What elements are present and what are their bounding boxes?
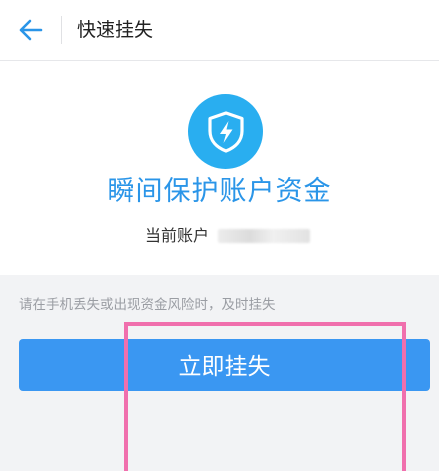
shield-lightning-icon [207, 110, 244, 153]
current-account-value-blurred [218, 229, 310, 243]
report-loss-hint: 请在手机丢失或出现资金风险时，及时挂失 [19, 297, 276, 313]
current-account-label: 当前账户 [145, 226, 210, 245]
back-button[interactable] [14, 14, 48, 46]
protection-headline: 瞬间保护账户资金 [107, 176, 332, 207]
header-divider [61, 16, 62, 44]
header-bar: 快速挂失 [0, 0, 439, 61]
current-account-row: 当前账户 [0, 224, 439, 248]
protection-card: 瞬间保护账户资金 当前账户 [0, 61, 439, 275]
shield-badge [188, 94, 263, 169]
report-loss-now-button[interactable]: 立即挂失 [19, 339, 430, 391]
arrow-left-icon [19, 19, 43, 41]
page-title: 快速挂失 [77, 19, 154, 41]
quick-report-loss-page: 快速挂失 瞬间保护账户资金 当前账户 请在手机丢失或出现资金风险时，及时挂失 立… [0, 0, 439, 471]
